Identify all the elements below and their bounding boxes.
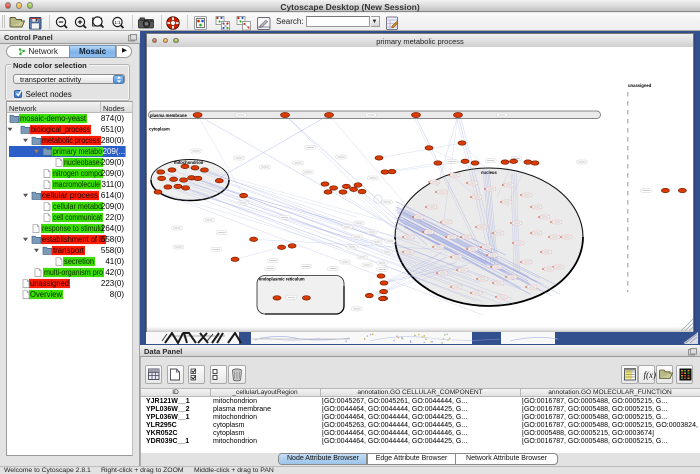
svg-text:223(0): 223(0) xyxy=(101,279,124,288)
svg-text:multi-organism pro: multi-organism pro xyxy=(44,268,103,277)
svg-text:cellular metabo: cellular metabo xyxy=(53,202,102,211)
svg-text:macromolecule: macromolecule xyxy=(53,180,100,189)
svg-text:primary metabo: primary metabo xyxy=(53,147,102,156)
svg-text:unassigned: unassigned xyxy=(30,279,69,288)
svg-text:311(0): 311(0) xyxy=(101,180,124,189)
svg-text:mitochondrion: mitochondrion xyxy=(174,160,204,165)
svg-text:209(...: 209(... xyxy=(103,147,126,156)
svg-text:establishment of lo: establishment of lo xyxy=(42,235,106,244)
svg-text:plasma membrane: plasma membrane xyxy=(150,113,187,118)
svg-text:1:1: 1:1 xyxy=(114,20,121,25)
svg-text:Overview: Overview xyxy=(30,290,62,299)
svg-text:response to stimulu: response to stimulu xyxy=(42,224,103,233)
svg-text:874(0): 874(0) xyxy=(101,114,124,123)
svg-text:42(0): 42(0) xyxy=(105,268,124,277)
svg-text:209(0): 209(0) xyxy=(101,169,124,178)
svg-text:558(0): 558(0) xyxy=(101,246,124,255)
svg-text:transport: transport xyxy=(53,246,85,255)
svg-text:558(0): 558(0) xyxy=(101,235,124,244)
svg-text:209(0): 209(0) xyxy=(101,158,124,167)
svg-text:endoplasmic reticulum: endoplasmic reticulum xyxy=(259,277,305,282)
svg-text:nucleobase-: nucleobase- xyxy=(64,158,102,167)
svg-text:22(0): 22(0) xyxy=(105,213,124,222)
svg-text:biological_process: biological_process xyxy=(31,125,90,134)
svg-text:nitrogen compo: nitrogen compo xyxy=(53,169,102,178)
svg-text:8(0): 8(0) xyxy=(110,290,125,299)
svg-text:secretion: secretion xyxy=(64,257,94,266)
svg-text:264(0): 264(0) xyxy=(101,224,124,233)
svg-text:cell communicat: cell communicat xyxy=(53,213,103,222)
svg-text:41(0): 41(0) xyxy=(105,257,124,266)
svg-text:cellular process: cellular process xyxy=(42,191,98,200)
svg-text:metabolic process: metabolic process xyxy=(42,136,100,145)
svg-text:614(0): 614(0) xyxy=(101,191,124,200)
svg-text:mosaic-demo-yeast: mosaic-demo-yeast xyxy=(20,114,87,123)
svg-text:cytoplasm: cytoplasm xyxy=(149,127,170,132)
svg-text:209(0): 209(0) xyxy=(101,202,124,211)
svg-text:280(0): 280(0) xyxy=(101,136,124,145)
svg-text:f(x): f(x) xyxy=(644,370,657,380)
svg-text:651(0): 651(0) xyxy=(101,125,124,134)
svg-text:unassigned: unassigned xyxy=(628,83,652,88)
